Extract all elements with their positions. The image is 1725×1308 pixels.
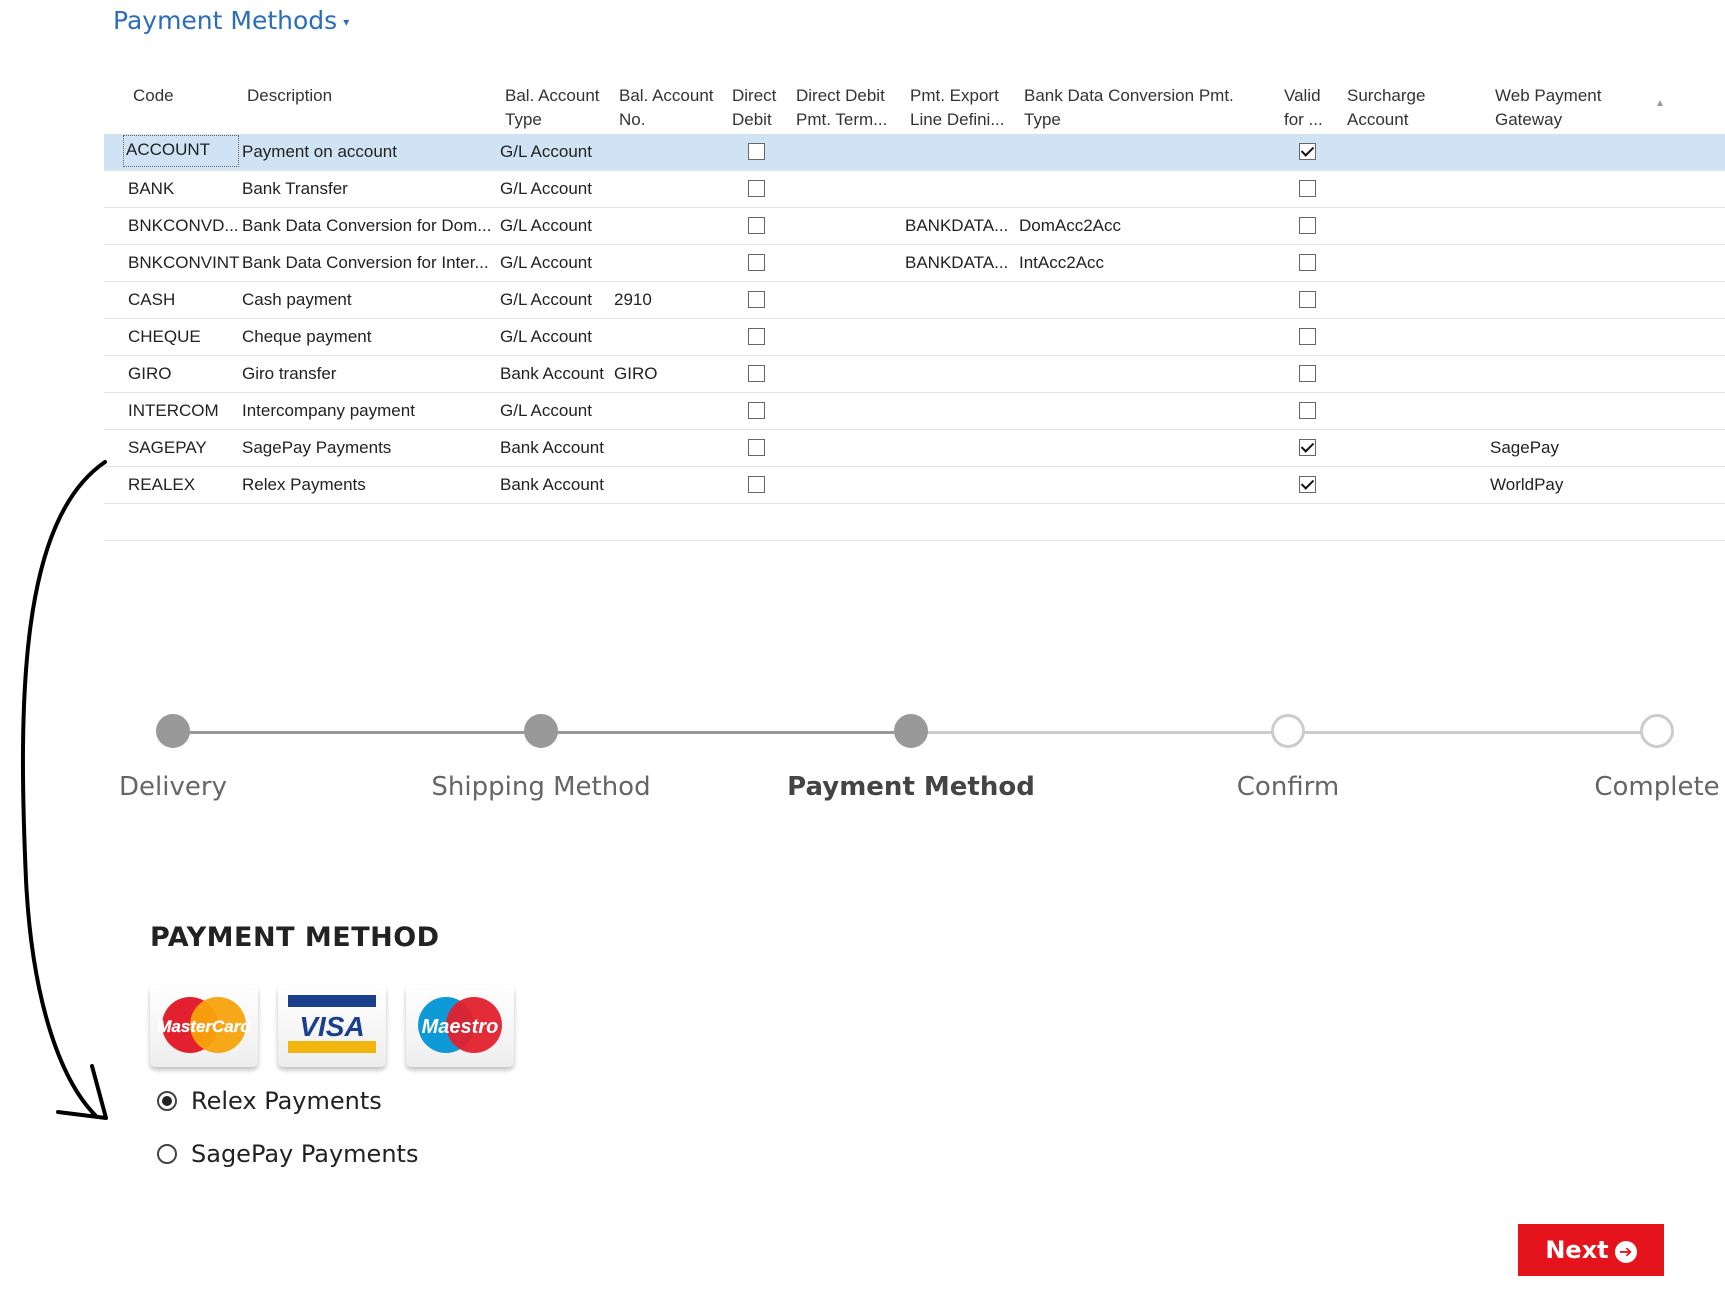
visa-logo: VISA (278, 985, 386, 1067)
radio-option-sagepay[interactable]: SagePay Payments (157, 1140, 418, 1168)
visa-text: VISA (299, 1011, 364, 1042)
step-label: Payment Method (787, 772, 1035, 802)
step-dot (156, 714, 190, 748)
progress-track (911, 731, 1288, 734)
next-label: Next (1545, 1236, 1609, 1264)
step-dot (1640, 714, 1674, 748)
maestro-logo: Maestro (406, 985, 514, 1067)
maestro-text: Maestro (422, 1016, 499, 1038)
next-button[interactable]: Next ➔ (1518, 1224, 1664, 1276)
step-dot (524, 714, 558, 748)
mastercard-logo: MasterCard (150, 985, 258, 1067)
radio-label: Relex Payments (191, 1087, 382, 1115)
step-label: Delivery (119, 772, 227, 802)
step-label: Shipping Method (431, 772, 651, 802)
progress-track (173, 731, 541, 734)
progress-track (1288, 731, 1657, 734)
step-label: Complete (1594, 772, 1720, 802)
mastercard-text: MasterCard (157, 1017, 251, 1036)
step-dot (1271, 714, 1305, 748)
progress-track (541, 731, 911, 734)
radio-label: SagePay Payments (191, 1140, 419, 1168)
payment-method-heading: PAYMENT METHOD (150, 922, 440, 953)
radio-button[interactable] (157, 1144, 177, 1164)
radio-button[interactable] (157, 1091, 177, 1111)
arrow-right-icon: ➔ (1614, 1241, 1637, 1263)
radio-option-relex[interactable]: Relex Payments (157, 1087, 382, 1115)
step-dot (894, 714, 928, 748)
checkout-progress: Delivery Shipping Method Payment Method Con… (119, 700, 1720, 810)
step-label: Confirm (1236, 772, 1340, 802)
